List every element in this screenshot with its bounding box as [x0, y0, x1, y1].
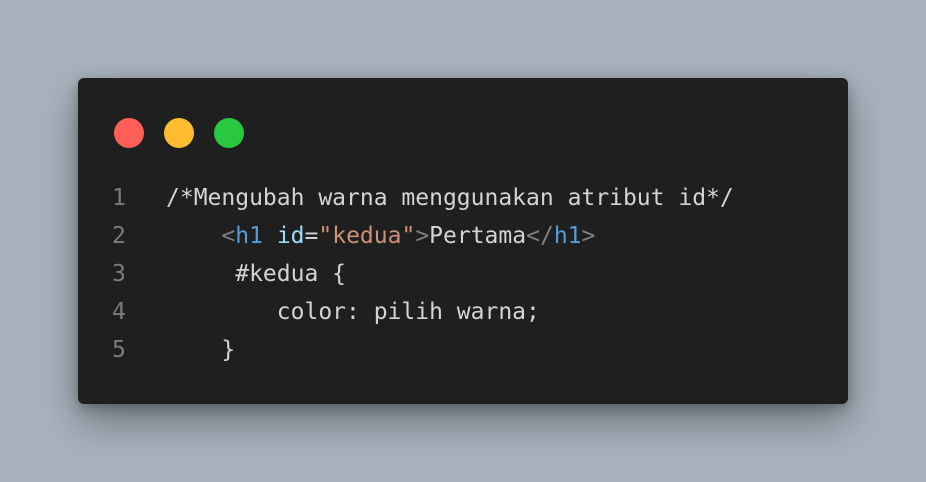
- code-token: >: [415, 223, 430, 249]
- code-token: id: [276, 223, 305, 249]
- code-text: color: pilih warna;: [166, 293, 540, 331]
- minimize-dot[interactable]: [164, 118, 194, 148]
- line-number: 4: [112, 299, 126, 325]
- code-token: =: [304, 223, 319, 249]
- code-text: }: [166, 331, 235, 369]
- code-window: 1 /*Mengubah warna menggunakan atribut id…: [78, 78, 848, 404]
- maximize-dot[interactable]: [214, 118, 244, 148]
- code-line: 5 }: [78, 331, 848, 369]
- code-line: 3 #kedua {: [78, 255, 848, 293]
- close-dot[interactable]: [114, 118, 144, 148]
- code-token: "kedua": [318, 223, 416, 249]
- code-editor: 1 /*Mengubah warna menggunakan atribut id…: [78, 179, 848, 369]
- code-text: <h1 id="kedua">Pertama</h1>: [166, 217, 595, 255]
- code-token: Pertama: [429, 223, 527, 249]
- code-token: >: [581, 223, 596, 249]
- line-number: 1: [112, 185, 126, 211]
- code-token: </: [526, 223, 554, 249]
- code-text: #kedua {: [166, 255, 346, 293]
- code-line: 4 color: pilih warna;: [78, 293, 848, 331]
- code-line: 1 /*Mengubah warna menggunakan atribut id…: [78, 179, 848, 217]
- code-token: /*Mengubah warna menggunakan atribut id*…: [166, 185, 734, 211]
- line-number: 5: [112, 337, 126, 363]
- code-token: }: [166, 337, 236, 363]
- code-text: /*Mengubah warna menggunakan atribut id*…: [166, 179, 734, 217]
- code-token: color: pilih warna;: [166, 299, 540, 325]
- code-token: #kedua {: [166, 261, 347, 287]
- line-number: 3: [112, 261, 126, 287]
- code-token: h1: [235, 223, 263, 249]
- line-number: 2: [112, 223, 126, 249]
- code-token: <: [221, 223, 236, 249]
- code-token: h1: [553, 223, 582, 249]
- code-line: 2 <h1 id="kedua">Pertama</h1>: [78, 217, 848, 255]
